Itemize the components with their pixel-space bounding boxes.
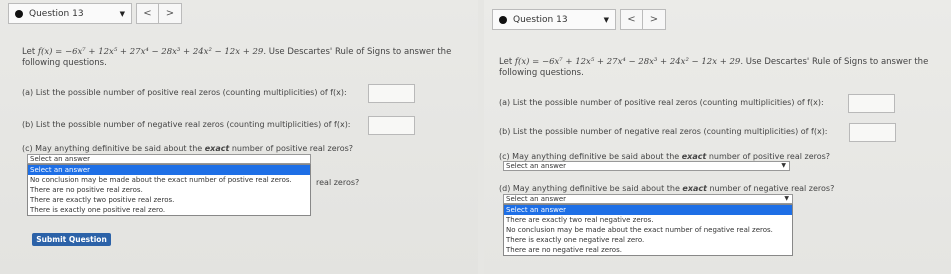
part-d-label: (d) May anything definitive be said abou… (499, 184, 834, 193)
part-c-label: (c) May anything definitive be said abou… (22, 144, 353, 153)
chevron-down-icon: ▼ (603, 15, 609, 24)
dropdown-option[interactable]: Select an answer (28, 165, 310, 175)
question-label: Question 13 (29, 8, 84, 19)
part-c-label: (c) May anything definitive be said abou… (499, 152, 830, 161)
dropdown-option[interactable]: There is exactly one negative real zero. (504, 235, 792, 245)
part-c-exact: exact (681, 152, 707, 161)
function-expression: f(x) = −6x⁷ + 12x⁵ + 27x⁴ − 28x³ + 24x² … (514, 57, 744, 67)
question-nav-bar: Question 13 ▼ < > (8, 3, 182, 24)
dropdown-option[interactable]: No conclusion may be made about the exac… (28, 175, 310, 185)
current-question-dot-icon (499, 15, 507, 24)
part-c-text-pre: (c) May anything definitive be said abou… (22, 144, 203, 153)
part-d-dropdown-list: Select an answer There are exactly two r… (503, 204, 793, 256)
part-d-partial-label: real zeros? (316, 178, 360, 187)
submit-question-button[interactable]: Submit Question (32, 233, 111, 246)
part-c-dropdown-list: Select an answer No conclusion may be ma… (27, 164, 311, 216)
part-c-exact: exact (204, 144, 230, 153)
part-c-text-pre: (c) May anything definitive be said abou… (499, 152, 680, 161)
part-d-text-post: number of negative real zeros? (709, 184, 835, 193)
right-question-panel: Question 13 ▼ < > Let f(x) = −6x⁷ + 12x⁵… (484, 0, 951, 274)
function-expression: f(x) = −6x⁷ + 12x⁵ + 27x⁴ − 28x³ + 24x² … (37, 47, 267, 57)
question-select[interactable]: Question 13 ▼ (8, 3, 132, 24)
part-c-select[interactable]: Select an answer ▼ (503, 161, 790, 171)
part-c-select-value: Select an answer (506, 162, 567, 170)
part-c-text-post: number of positive real zeros? (231, 144, 354, 153)
question-nav-bar: Question 13 ▼ < > (492, 9, 666, 30)
next-question-button[interactable]: > (643, 9, 666, 30)
part-d-exact: exact (682, 184, 707, 193)
dropdown-option[interactable]: There are no negative real zeros. (504, 245, 792, 255)
part-b-answer-input[interactable] (849, 123, 896, 142)
dropdown-option[interactable]: Select an answer (504, 205, 792, 215)
previous-question-button[interactable]: < (620, 9, 643, 30)
chevron-down-icon: ▼ (119, 9, 125, 18)
left-question-panel: Question 13 ▼ < > Let f(x) = −6x⁷ + 12x⁵… (0, 0, 478, 274)
part-b-label: (b) List the possible number of negative… (499, 127, 828, 136)
dropdown-option[interactable]: There is exactly one positive real zero. (28, 205, 310, 215)
question-label: Question 13 (513, 14, 568, 25)
statement-prefix: Let (22, 47, 36, 57)
chevron-down-icon: ▼ (784, 195, 789, 202)
question-select[interactable]: Question 13 ▼ (492, 9, 616, 30)
part-d-select[interactable]: Select an answer ▼ (503, 194, 793, 204)
current-question-dot-icon (15, 9, 23, 18)
question-statement: Let f(x) = −6x⁷ + 12x⁵ + 27x⁴ − 28x³ + 2… (499, 57, 949, 79)
part-c-select-value: Select an answer (30, 155, 91, 163)
question-statement: Let f(x) = −6x⁷ + 12x⁵ + 27x⁴ − 28x³ + 2… (22, 47, 472, 69)
dropdown-option[interactable]: There are exactly two positive real zero… (28, 195, 310, 205)
part-a-label: (a) List the possible number of positive… (22, 88, 347, 97)
part-a-answer-input[interactable] (368, 84, 415, 103)
part-a-answer-input[interactable] (848, 94, 895, 113)
dropdown-option[interactable]: There are no positive real zeros. (28, 185, 310, 195)
part-c-text-post: number of positive real zeros? (708, 152, 831, 161)
part-b-label: (b) List the possible number of negative… (22, 120, 351, 129)
previous-question-button[interactable]: < (136, 3, 159, 24)
part-c-select[interactable]: Select an answer (27, 154, 311, 164)
part-d-text-pre: (d) May anything definitive be said abou… (499, 184, 680, 193)
part-b-answer-input[interactable] (368, 116, 415, 135)
part-a-label: (a) List the possible number of positive… (499, 98, 824, 107)
statement-prefix: Let (499, 57, 513, 67)
dropdown-option[interactable]: There are exactly two real negative zero… (504, 215, 792, 225)
chevron-down-icon: ▼ (781, 162, 786, 169)
part-d-select-value: Select an answer (506, 195, 567, 203)
next-question-button[interactable]: > (159, 3, 182, 24)
dropdown-option[interactable]: No conclusion may be made about the exac… (504, 225, 792, 235)
